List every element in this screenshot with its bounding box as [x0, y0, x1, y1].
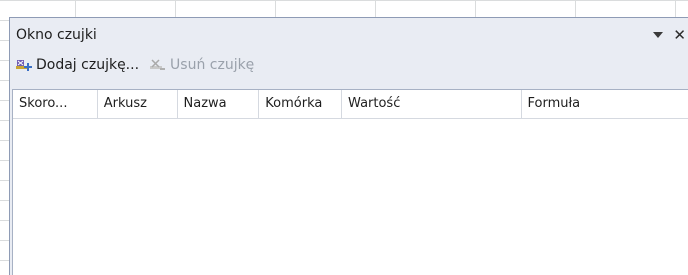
- watch-list[interactable]: Skoro... Arkusz Nazwa Komórka Wartość Fo…: [12, 89, 688, 275]
- toolbar: Dodaj czujkę... Usuń czujkę: [10, 52, 688, 78]
- dropdown-arrow-icon[interactable]: [653, 32, 664, 38]
- window-title: Okno czujki: [16, 27, 97, 43]
- column-header-formula[interactable]: Formuła: [522, 90, 688, 118]
- add-watch-label: Dodaj czujkę...: [36, 57, 140, 73]
- add-watch-icon: [15, 57, 33, 73]
- column-header-cell[interactable]: Komórka: [259, 90, 343, 118]
- column-header-book[interactable]: Skoro...: [13, 90, 98, 118]
- remove-watch-label: Usuń czujkę: [170, 57, 255, 73]
- title-controls: ✕: [653, 26, 688, 44]
- title-bar[interactable]: Okno czujki ✕: [10, 18, 688, 54]
- remove-watch-button[interactable]: Usuń czujkę: [149, 57, 254, 73]
- close-icon[interactable]: ✕: [673, 26, 688, 44]
- column-header-sheet[interactable]: Arkusz: [98, 90, 178, 118]
- add-watch-button[interactable]: Dodaj czujkę...: [15, 57, 139, 73]
- watch-window: Okno czujki ✕ Dodaj czujkę... Usuń czujk…: [9, 17, 688, 275]
- column-header-value[interactable]: Wartość: [342, 90, 522, 118]
- column-header-name[interactable]: Nazwa: [178, 90, 260, 118]
- remove-watch-icon: [149, 57, 167, 73]
- column-header-row: Skoro... Arkusz Nazwa Komórka Wartość Fo…: [13, 90, 688, 119]
